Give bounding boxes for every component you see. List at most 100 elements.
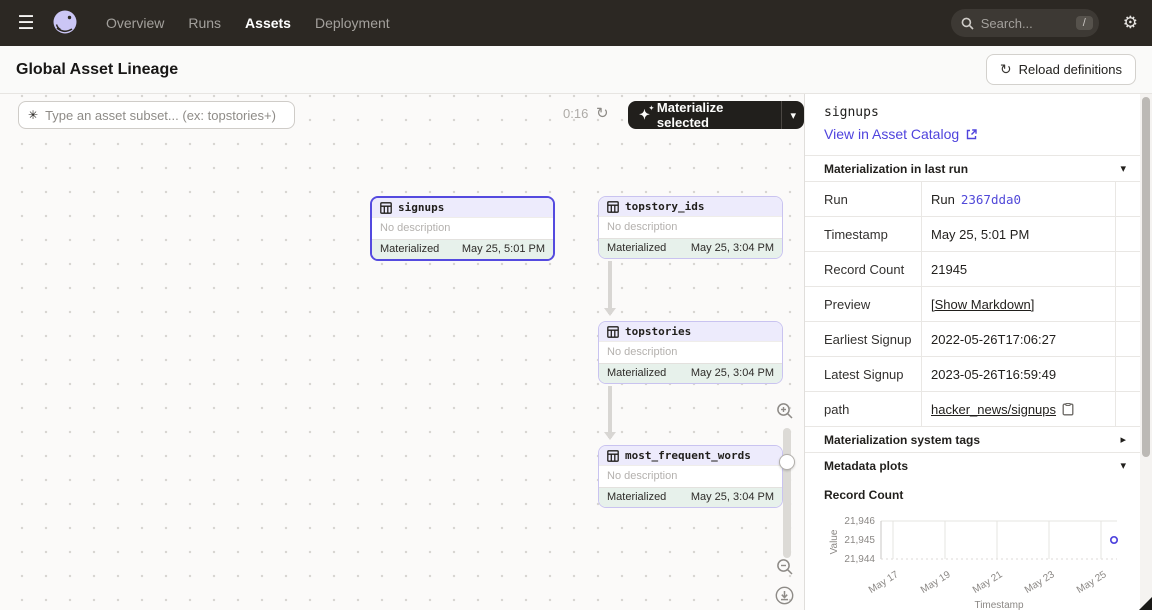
- refresh-countdown: 0:16: [563, 106, 588, 121]
- asset-filter-input[interactable]: [45, 108, 285, 123]
- asset-node-topstories[interactable]: topstories No description Materialized M…: [598, 321, 783, 384]
- window-resize-handle[interactable]: [1139, 597, 1152, 610]
- zoom-to-fit-button[interactable]: [775, 586, 794, 610]
- run-prefix: Run: [931, 192, 955, 207]
- materialize-label: Materialize selected: [657, 101, 771, 129]
- detail-value: May 25, 5:01 PM: [922, 217, 1115, 251]
- search-shortcut-badge: /: [1076, 16, 1093, 30]
- asset-name: most_frequent_words: [625, 449, 751, 462]
- detail-value: 2022-05-26T17:06:27: [922, 322, 1115, 356]
- data-point[interactable]: [1111, 537, 1117, 543]
- detail-row-path: path hacker_news/signups: [805, 391, 1152, 426]
- x-tick: May 25: [1075, 569, 1109, 596]
- sidebar-scrollbar-thumb[interactable]: [1142, 97, 1150, 457]
- asset-node-signups[interactable]: signups No description Materialized May …: [370, 196, 555, 261]
- asset-status: Materialized: [380, 243, 439, 255]
- materialize-main[interactable]: ✦ Materialize selected: [628, 101, 781, 129]
- sparkle-icon: ✦: [639, 107, 650, 123]
- asset-materialized-time: May 25, 3:04 PM: [691, 367, 774, 379]
- section-label: Metadata plots: [824, 459, 908, 473]
- asset-status-row: Materialized May 25, 3:04 PM: [599, 487, 782, 507]
- detail-label: Latest Signup: [805, 357, 922, 391]
- y-tick: 21,945: [844, 535, 875, 546]
- nav-item-runs[interactable]: Runs: [188, 15, 221, 31]
- detail-label: Run: [805, 182, 922, 216]
- detail-label: Earliest Signup: [805, 322, 922, 356]
- asset-materialized-time: May 25, 5:01 PM: [462, 243, 545, 255]
- nav-item-deployment[interactable]: Deployment: [315, 15, 390, 31]
- global-search[interactable]: Search... /: [951, 9, 1099, 37]
- caret-down-icon: ▾: [790, 109, 796, 122]
- view-in-asset-catalog-link[interactable]: View in Asset Catalog: [824, 126, 1133, 142]
- table-icon: [607, 201, 619, 213]
- graph-refresh-icon[interactable]: ↻: [596, 104, 609, 122]
- asset-materialized-time: May 25, 3:04 PM: [691, 491, 774, 503]
- asset-node-most-frequent-words[interactable]: most_frequent_words No description Mater…: [598, 445, 783, 508]
- path-link[interactable]: hacker_news/signups: [931, 402, 1056, 417]
- zoom-to-fit-icon: [775, 586, 794, 605]
- y-axis-label: Value: [829, 529, 840, 554]
- asset-details-sidebar: signups View in Asset Catalog Materializ…: [804, 94, 1152, 610]
- table-icon: [607, 326, 619, 338]
- section-metadata-plots[interactable]: Metadata plots ▾: [805, 452, 1152, 478]
- detail-label: Preview: [805, 287, 922, 321]
- copy-icon[interactable]: [1062, 403, 1074, 416]
- table-icon: [607, 450, 619, 462]
- zoom-out-button[interactable]: [776, 558, 794, 581]
- asset-node-header: topstories: [599, 322, 782, 341]
- x-tick: May 21: [971, 569, 1005, 596]
- edge-topstory-ids-to-topstories: [608, 261, 612, 314]
- lineage-graph-canvas[interactable]: ✳ 0:16 ↻ ✦ Materialize selected ▾: [0, 94, 804, 610]
- asset-node-header: most_frequent_words: [599, 446, 782, 465]
- detail-row-latest-signup: Latest Signup 2023-05-26T16:59:49: [805, 356, 1152, 391]
- show-markdown-link[interactable]: [Show Markdown]: [931, 297, 1034, 312]
- reload-definitions-button[interactable]: ↻ Reload definitions: [986, 54, 1136, 85]
- materialize-dropdown-caret[interactable]: ▾: [781, 101, 804, 129]
- record-count-plot-title: Record Count: [805, 478, 1152, 506]
- section-label: Materialization in last run: [824, 162, 968, 176]
- scatter-plot: 21,946 21,945 21,944 Value May 17 May 19…: [811, 508, 1141, 610]
- asset-node-topstory-ids[interactable]: topstory_ids No description Materialized…: [598, 196, 783, 259]
- y-tick: 21,946: [844, 516, 875, 527]
- section-materialization-last-run[interactable]: Materialization in last run ▾: [805, 155, 1152, 181]
- zoom-slider-track[interactable]: [783, 428, 791, 558]
- zoom-slider-handle[interactable]: [779, 454, 795, 470]
- search-placeholder: Search...: [981, 16, 1069, 31]
- asset-filter-input-wrap: ✳: [18, 101, 295, 129]
- run-id-link[interactable]: 2367dda0: [961, 192, 1021, 207]
- nav-item-assets[interactable]: Assets: [245, 15, 291, 31]
- x-tick: May 23: [1023, 569, 1057, 596]
- asset-status: Materialized: [607, 242, 666, 254]
- dagster-logo-icon[interactable]: [50, 8, 80, 38]
- asset-description: No description: [599, 465, 782, 487]
- asset-node-header: signups: [372, 198, 553, 217]
- zoom-in-button[interactable]: [776, 402, 794, 425]
- detail-value: [Show Markdown]: [922, 287, 1115, 321]
- detail-label: Timestamp: [805, 217, 922, 251]
- asset-status-row: Materialized May 25, 5:01 PM: [372, 239, 553, 259]
- asset-materialized-time: May 25, 3:04 PM: [691, 242, 774, 254]
- detail-row-timestamp: Timestamp May 25, 5:01 PM: [805, 216, 1152, 251]
- asset-node-header: topstory_ids: [599, 197, 782, 216]
- section-label: Materialization system tags: [824, 433, 980, 447]
- sidebar-header: signups View in Asset Catalog: [805, 94, 1152, 155]
- materialize-selected-button[interactable]: ✦ Materialize selected ▾: [628, 101, 804, 129]
- record-count-chart: 21,946 21,945 21,944 Value May 17 May 19…: [805, 506, 1152, 610]
- y-tick: 21,944: [844, 554, 875, 565]
- asset-name: topstories: [625, 325, 691, 338]
- sidebar-asset-name: signups: [824, 105, 1133, 120]
- section-materialization-system-tags[interactable]: Materialization system tags ▸: [805, 426, 1152, 452]
- zoom-out-icon: [776, 558, 794, 576]
- caret-down-icon: ▾: [1120, 162, 1126, 175]
- asset-status-row: Materialized May 25, 3:04 PM: [599, 238, 782, 258]
- asset-description: No description: [599, 216, 782, 238]
- nav-item-overview[interactable]: Overview: [106, 15, 164, 31]
- gear-icon[interactable]: ⚙: [1123, 13, 1138, 33]
- page-header: Global Asset Lineage ↻ Reload definition…: [0, 46, 1152, 94]
- asset-description: No description: [599, 341, 782, 363]
- detail-row-record-count: Record Count 21945: [805, 251, 1152, 286]
- x-tick: May 17: [867, 569, 901, 596]
- detail-value: Run 2367dda0: [922, 182, 1115, 216]
- hamburger-menu-icon[interactable]: ☰: [14, 12, 38, 35]
- caret-right-icon: ▸: [1120, 433, 1126, 446]
